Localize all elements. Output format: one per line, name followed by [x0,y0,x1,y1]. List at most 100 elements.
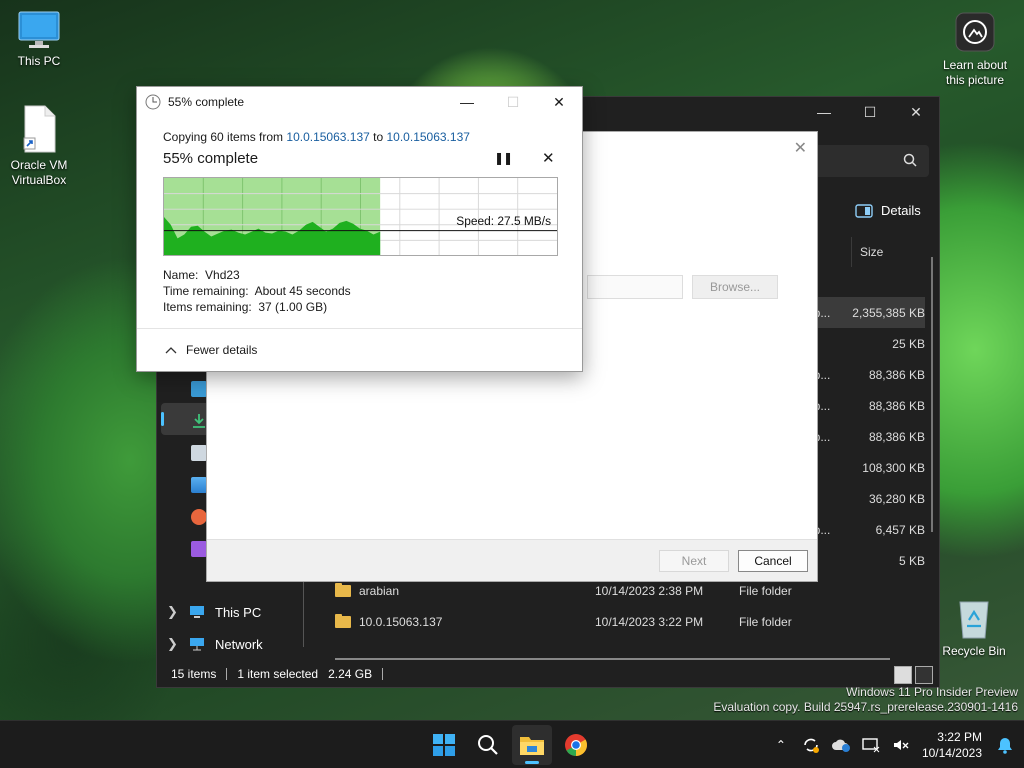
file-size: 5 KB [898,553,925,568]
desktop-folder-icon[interactable] [191,381,207,397]
size-row[interactable]: 25 KB [807,328,925,359]
items-label: Items remaining: [163,300,252,314]
start-button[interactable] [424,725,464,765]
clock[interactable]: 3:22 PM 10/14/2023 [922,729,982,761]
copy-source-line: Copying 60 items from 10.0.15063.137 to … [163,130,470,144]
status-separator [226,668,228,680]
selection-size: 2.24 GB [328,667,373,681]
time-label: Time remaining: [163,284,249,298]
chevron-right-icon[interactable]: ❯ [167,604,179,620]
maximize-icon[interactable]: ☐ [847,97,893,127]
size-row[interactable]: 5 KB [807,545,925,576]
horizontal-scrollbar[interactable] [335,658,890,660]
size-row[interactable]: pp... 88,386 KB [807,359,925,390]
size-column-header[interactable]: Size [851,237,941,267]
monitor-status-icon[interactable] [856,737,886,753]
status-bar: 15 items 1 item selected 2.24 GB [157,661,939,687]
clock-date: 10/14/2023 [921,746,982,760]
details-view-icon[interactable] [894,666,912,684]
tiles-view-icon[interactable] [915,666,933,684]
folder-icon [335,614,351,628]
path-input[interactable] [587,275,683,299]
details-pane-button[interactable]: Details [855,203,921,218]
explorer-window-controls: — ☐ ✕ [801,97,939,127]
pause-icon[interactable]: ❚❚ [494,151,513,165]
fewer-details-button[interactable]: Fewer details [165,343,257,357]
sidebar-item-this-pc[interactable]: ❯ This PC [167,604,261,620]
browse-button[interactable]: Browse... [692,275,778,299]
file-name: 10.0.15063.137 [359,615,443,629]
tree-label-this-pc: This PC [215,604,262,620]
minimize-icon[interactable]: — [801,97,847,127]
desktop-icon-recycle-bin[interactable]: Recycle Bin [936,596,1012,659]
cancel-button[interactable]: Cancel [738,550,808,572]
source-link[interactable]: 10.0.15063.137 [286,130,369,144]
windows-logo-icon [433,734,455,756]
fewer-details-label: Fewer details [186,343,258,357]
recycle-bin-icon [959,601,989,639]
monitor-icon [18,11,60,48]
size-row[interactable]: pp... 2,355,385 KB [807,297,925,328]
size-row[interactable]: 108,300 KB [807,452,925,483]
file-size: 25 KB [892,336,925,351]
file-size: 88,386 KB [868,367,925,382]
learn-about-picture[interactable]: Learn about this picture [938,12,1012,88]
to-word: to [369,130,387,144]
speaker-muted-icon[interactable] [886,737,916,753]
size-row[interactable]: pp... 88,386 KB [807,421,925,452]
status-separator [382,668,384,680]
sidebar-item-network[interactable]: ❯ Network [167,636,263,652]
music-icon[interactable] [191,509,207,525]
item-count: 15 items [171,667,217,681]
watermark-build: Evaluation copy. Build 25947.rs_prerelea… [713,700,1018,714]
camera-info-icon [955,12,995,52]
stop-icon[interactable]: ✕ [542,149,555,167]
vertical-scrollbar[interactable] [931,257,933,532]
file-size: 88,386 KB [868,429,925,444]
taskbar-apps [424,721,596,768]
search-button[interactable] [468,725,508,765]
items-value: 37 (1.00 GB) [258,300,328,314]
size-column-values: pp... 2,355,385 KB 25 KB pp... 88,386 KB pp..… [807,297,925,576]
folder-icon [335,583,351,597]
wizard-footer: Next Cancel [207,539,817,581]
file-date: 10/14/2023 2:38 PM [595,584,704,598]
details-label: Details [881,203,921,218]
size-row[interactable]: pp... 88,386 KB [807,390,925,421]
cloud-info-icon[interactable] [826,737,856,753]
network-icon [190,638,204,651]
chevron-right-icon[interactable]: ❯ [167,636,179,652]
evaluation-watermark: Windows 11 Pro Insider Preview Evaluatio… [713,685,1018,715]
file-explorer-icon [520,737,544,755]
sidebar-splitter[interactable] [303,577,304,647]
desktop-label-this-pc: This PC [17,54,61,68]
desktop-icon-virtualbox[interactable]: Oracle VM VirtualBox [1,104,77,188]
file-row[interactable]: 10.0.15063.137 10/14/2023 3:22 PM File f… [335,608,935,636]
size-row[interactable]: 36,280 KB [807,483,925,514]
search-box[interactable] [807,145,929,177]
sync-icon[interactable] [796,736,826,754]
close-icon[interactable]: ✕ [893,97,939,127]
close-icon[interactable]: ✕ [794,138,807,158]
notification-bell-icon[interactable] [990,736,1020,754]
pictures-icon[interactable] [191,477,207,493]
download-icon[interactable] [191,413,207,429]
minimize-icon[interactable]: — [444,87,490,117]
dialog-title: 55% complete [168,95,245,109]
next-button[interactable]: Next [659,550,729,572]
file-size: 88,386 KB [868,398,925,413]
destination-link[interactable]: 10.0.15063.137 [387,130,470,144]
clock-icon [145,94,161,110]
selection-count: 1 item selected [237,667,319,681]
chrome-taskbar-button[interactable] [556,725,596,765]
size-row[interactable]: pp... 6,457 KB [807,514,925,545]
desktop-icon-this-pc[interactable]: This PC [1,10,77,69]
copy-details: Name: Vhd23 Time remaining: About 45 sec… [163,267,351,315]
file-explorer-taskbar-button[interactable] [512,725,552,765]
videos-icon[interactable] [191,541,207,557]
close-icon[interactable]: ✕ [536,87,582,117]
details-pane-icon [855,203,873,218]
progress-headline: 55% complete [163,150,259,167]
chevron-up-icon[interactable]: ⌃ [766,738,796,752]
documents-icon[interactable] [191,445,207,461]
